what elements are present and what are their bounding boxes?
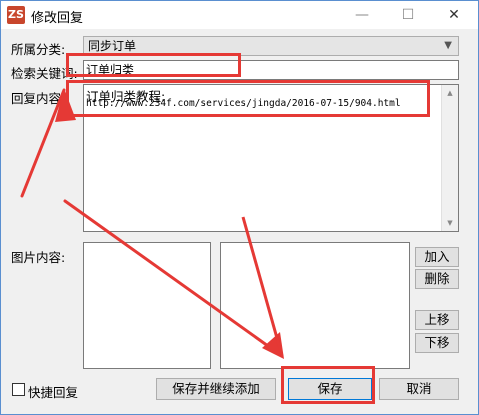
annotation-arrow-line [241,216,284,357]
annotation-arrow-line [63,199,284,358]
annotation-arrows [20,88,284,359]
annotation-arrow-line [20,88,66,198]
